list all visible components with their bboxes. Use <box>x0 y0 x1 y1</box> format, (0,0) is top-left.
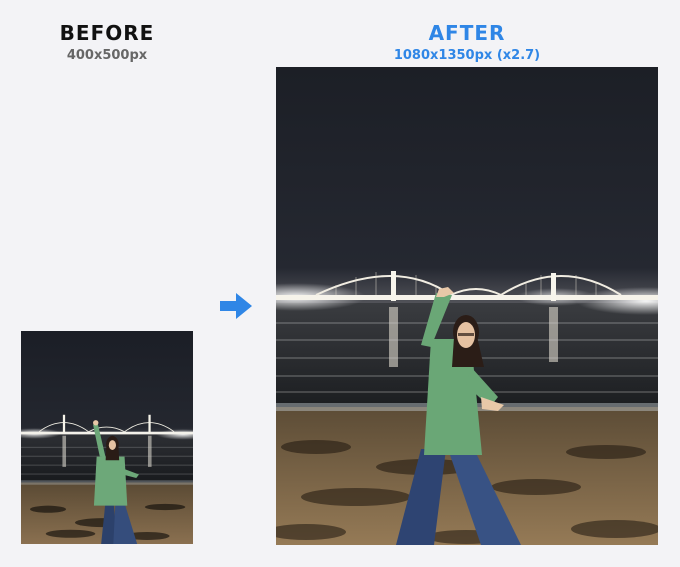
before-title: BEFORE <box>59 21 155 45</box>
arrow-right-icon <box>218 291 254 321</box>
after-dimensions-line: 1080x1350px (x2.7) <box>276 48 658 64</box>
before-photo-graphic <box>21 331 193 544</box>
after-photo <box>276 67 658 545</box>
after-dimensions: 1080x1350px <box>393 48 493 63</box>
before-dimensions: 400x500px <box>66 48 148 63</box>
after-scale: (x2.7) <box>496 48 541 63</box>
after-title: AFTER <box>428 21 506 45</box>
before-photo <box>21 331 193 544</box>
before-label-group: BEFORE 400x500px <box>22 20 192 64</box>
after-label-group: AFTER 1080x1350px (x2.7) <box>276 20 658 64</box>
arrow-right-graphic <box>220 293 252 319</box>
after-photo-graphic <box>276 67 658 545</box>
